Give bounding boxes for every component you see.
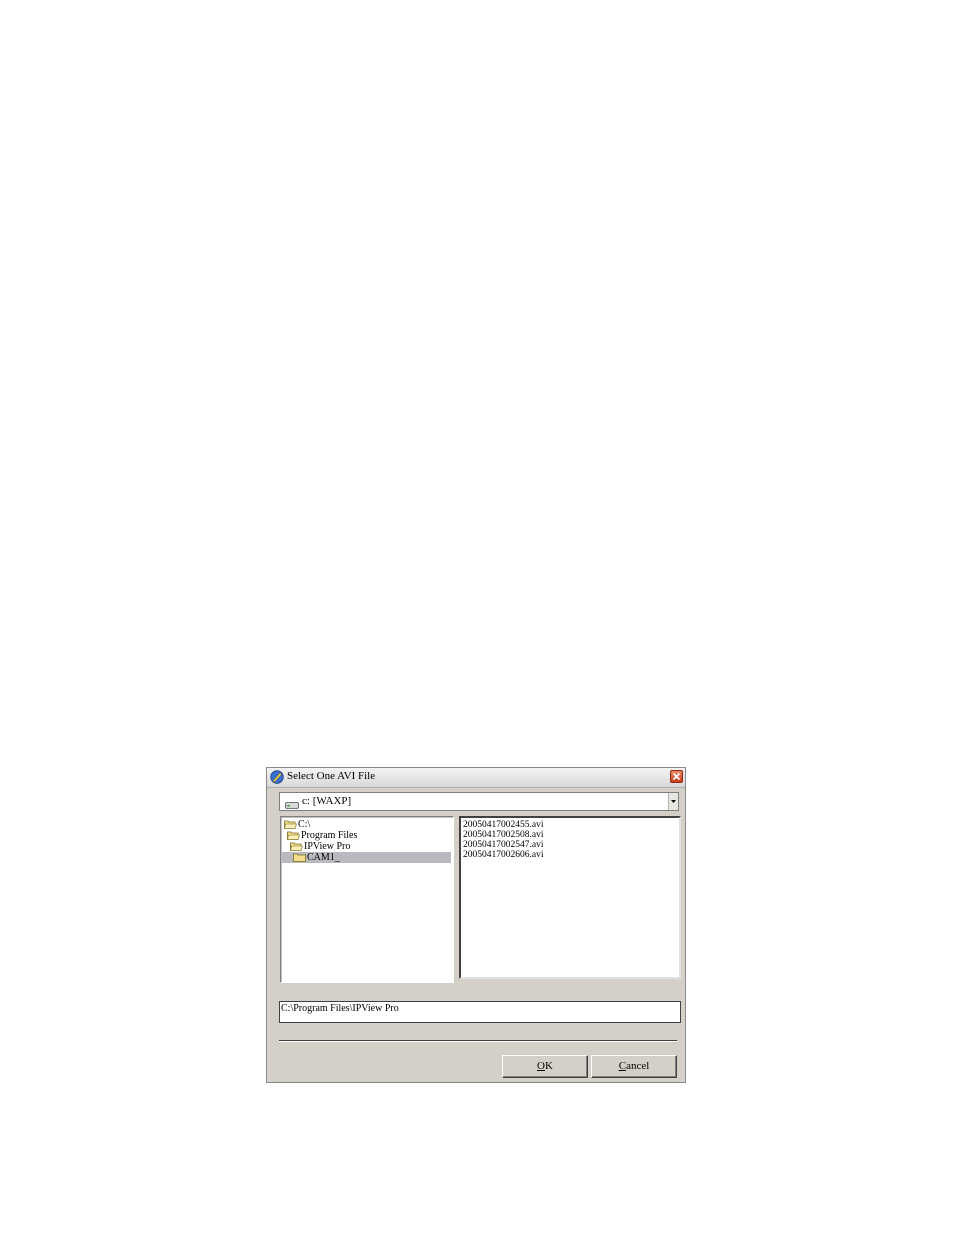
close-icon — [672, 772, 681, 781]
cancel-button[interactable]: Cancel — [591, 1055, 677, 1078]
ok-button[interactable]: OK — [502, 1055, 588, 1078]
file-item[interactable]: 20050417002508.avi — [463, 830, 543, 840]
select-avi-file-dialog: Select One AVI File c: [WAXP] C:\ Progra… — [266, 767, 686, 1083]
directory-item-label: C:\ — [298, 819, 311, 830]
directory-item-ipview-pro[interactable]: IPView Pro — [290, 841, 440, 852]
file-list[interactable]: 20050417002455.avi 20050417002508.avi 20… — [459, 816, 681, 979]
close-button[interactable] — [670, 770, 683, 783]
path-input[interactable]: C:\Program Files\IPView Pro — [279, 1001, 681, 1023]
dropdown-arrow-button[interactable] — [668, 793, 678, 810]
directory-item-root[interactable]: C:\ — [284, 819, 434, 830]
file-item[interactable]: 20050417002455.avi — [463, 820, 543, 830]
chevron-down-icon — [671, 800, 676, 803]
drive-select[interactable]: c: [WAXP] — [279, 792, 679, 811]
directory-item-label: Program Files — [301, 830, 358, 841]
cancel-button-label: ancel — [626, 1060, 650, 1072]
directory-item-label: CAM1_ — [307, 852, 340, 863]
drive-icon — [285, 797, 299, 815]
directory-item-cam1-selected[interactable]: CAM1_ — [282, 852, 451, 863]
ok-button-mnemonic: O — [537, 1060, 545, 1072]
app-icon — [270, 770, 284, 784]
window-title: Select One AVI File — [287, 770, 376, 782]
file-item[interactable]: 20050417002547.avi — [463, 840, 543, 850]
drive-select-value: c: [WAXP] — [302, 795, 352, 807]
closed-folder-icon — [293, 853, 306, 865]
directory-list[interactable]: C:\ Program Files IPView Pro CAM1_ — [280, 816, 454, 983]
file-item[interactable]: 20050417002606.avi — [463, 850, 543, 860]
ok-button-label: K — [545, 1060, 553, 1072]
path-input-value: C:\Program Files\IPView Pro — [281, 1003, 399, 1014]
divider — [279, 1040, 677, 1042]
cancel-button-mnemonic: C — [618, 1060, 627, 1072]
directory-item-program-files[interactable]: Program Files — [287, 830, 437, 841]
directory-item-label: IPView Pro — [304, 841, 351, 852]
title-bar[interactable]: Select One AVI File — [267, 768, 685, 788]
